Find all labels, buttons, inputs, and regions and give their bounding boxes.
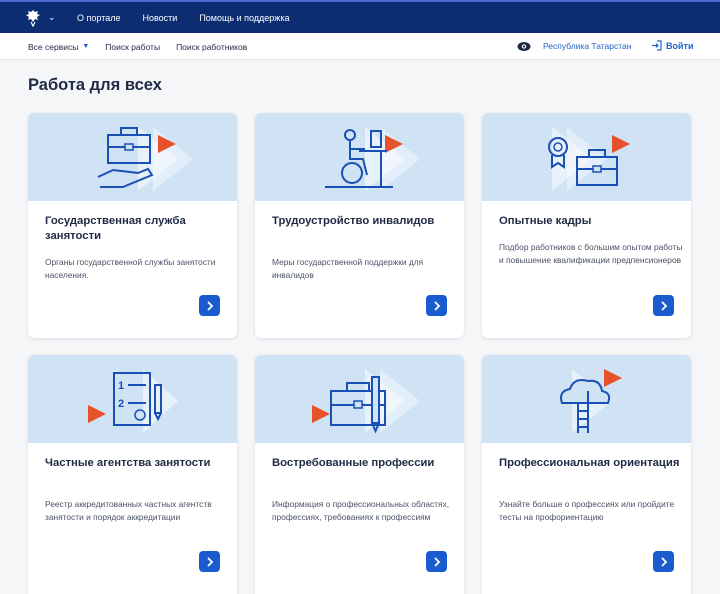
top-navigation-bar: ⌄ О портале Новости Помощь и поддержка (0, 0, 720, 33)
card-title: Опытные кадры (499, 215, 592, 227)
card-title: Государственная служба занятости (45, 215, 186, 242)
card-illustration (482, 113, 691, 201)
card-title: Частные агентства занятости (45, 457, 211, 469)
chevron-right-icon (433, 300, 440, 311)
card-description: Реестр аккредитованных частных агентств … (45, 499, 212, 522)
all-services-label: Все сервисы (28, 41, 79, 52)
chevron-right-icon (206, 556, 213, 567)
card-private-agencies[interactable]: 1 2 Частные агентства занятости Реестр а… (28, 355, 237, 594)
open-card-button[interactable] (426, 551, 447, 572)
card-disabled-employment[interactable]: Трудоустройство инвалидов Меры государст… (255, 113, 464, 338)
briefcase-hand-icon (97, 127, 193, 191)
subnav-job-search[interactable]: Поиск работы (105, 42, 160, 52)
chevron-right-icon (660, 556, 667, 567)
top-nav: О портале Новости Помощь и поддержка (77, 2, 311, 33)
chevron-right-icon (660, 300, 667, 311)
card-title: Профессиональная ориентация (499, 457, 680, 469)
secondary-navigation-bar: Все сервисы ▼ Поиск работы Поиск работни… (0, 33, 720, 60)
card-description: Информация о профессиональных областях, … (272, 499, 450, 522)
svg-text:1: 1 (118, 380, 124, 392)
subnav-worker-search[interactable]: Поиск работников (176, 42, 247, 52)
open-card-button[interactable] (199, 295, 220, 316)
caret-down-icon: ▼ (82, 43, 90, 50)
card-in-demand-professions[interactable]: Востребованные профессии Информация о пр… (255, 355, 464, 594)
chevron-right-icon (433, 556, 440, 567)
chevron-right-icon (206, 300, 213, 311)
region-selector[interactable]: Республика Татарстан (543, 41, 631, 51)
topnav-help[interactable]: Помощь и поддержка (199, 13, 289, 23)
card-illustration (255, 355, 464, 443)
card-experienced-staff[interactable]: Опытные кадры Подбор работников с больши… (482, 113, 691, 338)
open-card-button[interactable] (426, 295, 447, 316)
card-illustration (28, 113, 237, 201)
svg-text:2: 2 (118, 398, 124, 410)
card-title: Трудоустройство инвалидов (272, 215, 435, 227)
topnav-about[interactable]: О портале (77, 13, 120, 23)
chevron-down-icon[interactable]: ⌄ (48, 12, 56, 23)
gerb-emblem-icon[interactable] (24, 9, 42, 27)
card-title: Востребованные профессии (272, 457, 435, 469)
card-career-guidance[interactable]: Профессиональная ориентация Узнайте боль… (482, 355, 691, 594)
cloud-ladder-icon (560, 369, 622, 433)
card-illustration (255, 113, 464, 201)
card-description: Меры государственной поддержки для инвал… (272, 257, 424, 280)
card-illustration: 1 2 (28, 355, 237, 443)
all-services-dropdown[interactable]: Все сервисы ▼ (28, 42, 89, 52)
card-description: Подбор работников с большим опытом работ… (499, 242, 683, 265)
login-label: Войти (666, 40, 694, 51)
briefcase-pen-icon (312, 369, 420, 434)
open-card-button[interactable] (653, 295, 674, 316)
open-card-button[interactable] (199, 551, 220, 572)
login-icon (652, 40, 662, 51)
page-title: Работа для всех (28, 76, 162, 94)
document-list-icon: 1 2 (88, 369, 178, 433)
card-illustration (482, 355, 691, 443)
open-card-button[interactable] (653, 551, 674, 572)
card-employment-service[interactable]: Государственная служба занятости Органы … (28, 113, 237, 338)
card-description: Органы государственной службы занятости … (45, 257, 216, 280)
wheelchair-worker-icon (325, 127, 420, 191)
eye-icon[interactable] (517, 41, 531, 52)
login-button[interactable]: Войти (651, 40, 693, 51)
topnav-news[interactable]: Новости (142, 13, 177, 23)
sub-nav: Все сервисы ▼ Поиск работы Поиск работни… (28, 33, 263, 60)
card-description: Узнайте больше о профессиях или пройдите… (499, 499, 675, 522)
medal-briefcase-icon (548, 127, 630, 191)
